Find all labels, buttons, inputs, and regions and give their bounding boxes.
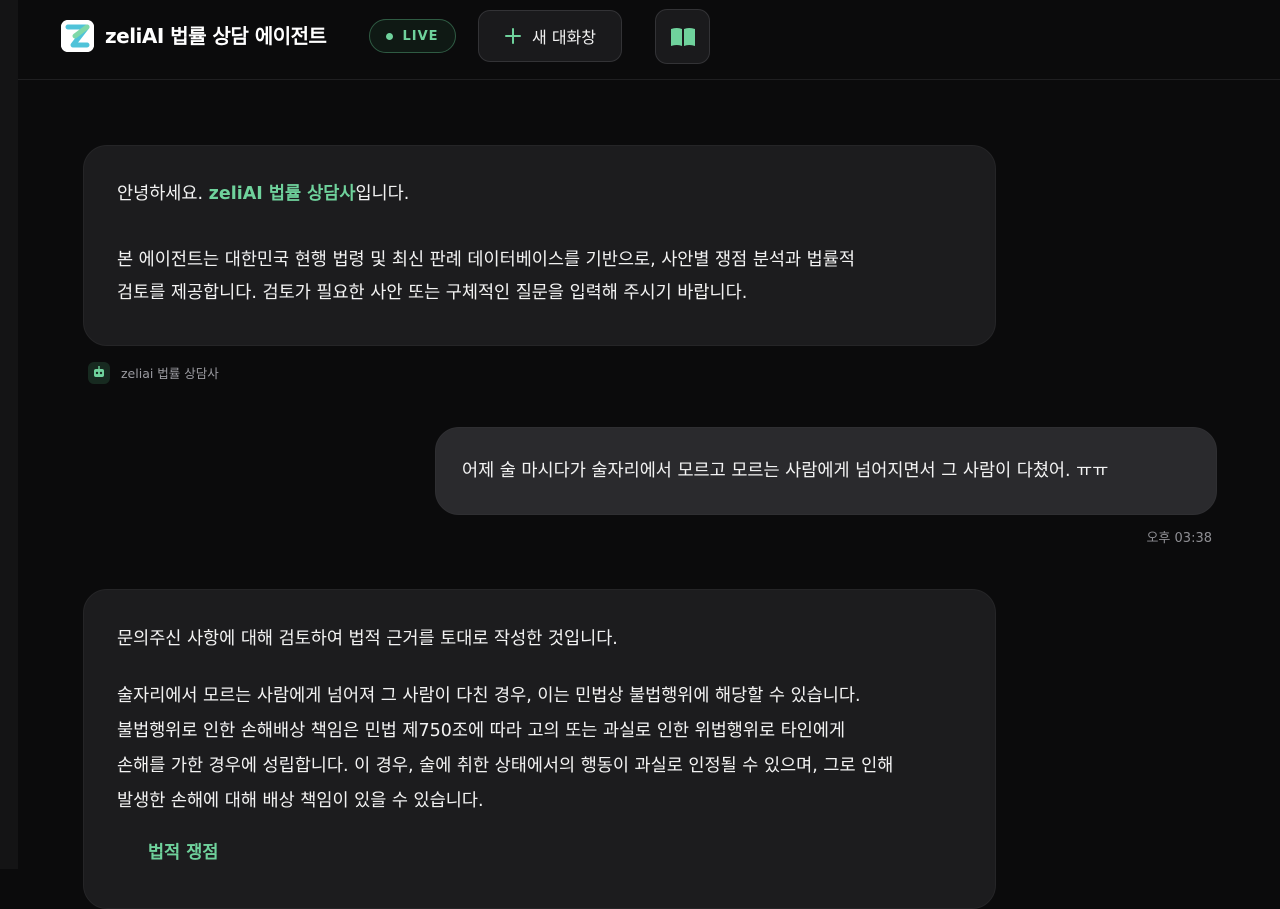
reply-para-line: 술자리에서 모르는 사람에게 넘어져 그 사람이 다친 경우, 이는 민법상 불…	[117, 686, 861, 706]
greeting-prefix: 안녕하세요.	[117, 184, 204, 204]
bot-message-reply: 문의주신 사항에 대해 검토하여 법적 근거를 토대로 작성한 것입니다. 술자…	[83, 589, 996, 909]
intro-line-2: 본 에이전트는 대한민국 현행 법령 및 최신 판례 데이터베이스를 기반으로,…	[117, 250, 855, 270]
live-dot-icon	[386, 32, 394, 40]
reply-line-1: 문의주신 사항에 대해 검토하여 법적 근거를 토대로 작성한 것입니다.	[117, 629, 618, 649]
robot-icon	[88, 361, 110, 384]
left-rail	[0, 0, 18, 869]
guide-book-button[interactable]	[655, 9, 710, 64]
intro-line-3: 검토를 제공합니다. 검토가 필요한 사안 또는 구체적인 질문을 입력해 주시…	[117, 283, 748, 303]
sender-name: zeliai 법률 상담사	[121, 366, 219, 381]
user-message: 어제 술 마시다가 술자리에서 모르고 모르는 사람에게 넘어지면서 그 사람이…	[435, 427, 1217, 515]
app-title: zeliAI 법률 상담 에이전트	[105, 24, 327, 48]
reply-para-line: 손해를 가한 경우에 성립합니다. 이 경우, 술에 취한 상태에서의 행동이 …	[117, 756, 894, 776]
user-message-text: 어제 술 마시다가 술자리에서 모르고 모르는 사람에게 넘어지면서 그 사람이…	[462, 460, 1109, 481]
live-status-badge: LIVE	[369, 19, 456, 53]
reply-para-line: 발생한 손해에 대해 배상 책임이 있을 수 있습니다.	[117, 791, 484, 811]
plus-icon	[505, 28, 522, 44]
bot-message-intro: 안녕하세요. zeliAI 법률 상담사입니다. 본 에이전트는 대한민국 현행…	[83, 145, 996, 346]
intro-greeting: 안녕하세요. zeliAI 법률 상담사입니다.	[117, 178, 962, 211]
bot-sender-row: zeliai 법률 상담사	[88, 361, 219, 384]
header: zeliAI 법률 상담 에이전트 LIVE 새 대화창	[18, 0, 1280, 80]
greeting-highlight: zeliAI 법률 상담사	[208, 184, 356, 204]
message-timestamp: 오후 03:38	[1146, 531, 1212, 546]
new-chat-label: 새 대화창	[532, 28, 596, 47]
open-book-icon	[670, 27, 695, 46]
new-chat-button[interactable]: 새 대화창	[478, 10, 622, 62]
zeliai-logo-icon[interactable]	[61, 20, 94, 52]
greeting-suffix: 입니다.	[355, 184, 410, 204]
section-heading-legal-issues: 법적 쟁점	[148, 843, 219, 863]
reply-para-line: 불법행위로 인한 손해배상 책임은 민법 제750조에 따라 고의 또는 과실로…	[117, 721, 846, 741]
live-label: LIVE	[402, 28, 439, 44]
